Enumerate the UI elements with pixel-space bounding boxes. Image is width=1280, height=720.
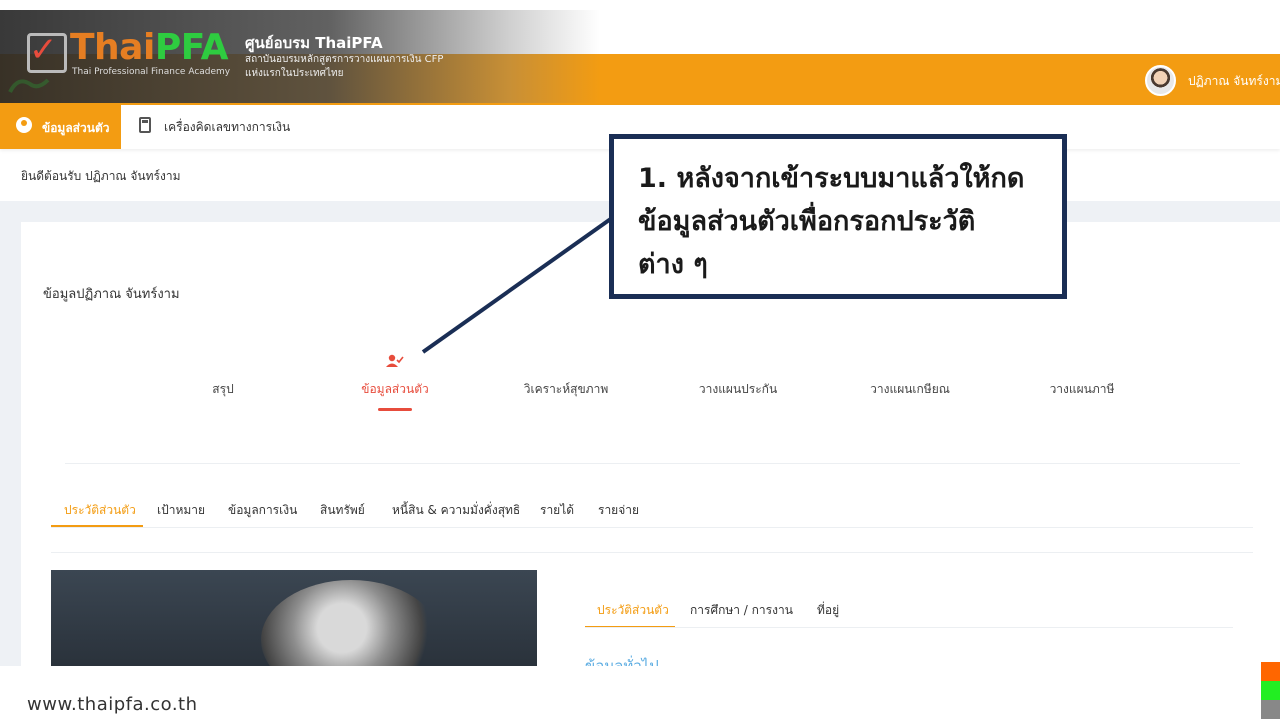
nav-tab-calculator[interactable]: เครื่องคิดเลขทางการเงิน: [164, 118, 290, 137]
subtab-income[interactable]: รายได้: [540, 501, 574, 520]
subtab-expenses[interactable]: รายจ่าย: [598, 501, 639, 520]
nav-tab-label: ข้อมูลส่วนตัว: [42, 121, 110, 135]
divider: [51, 527, 1253, 528]
divider: [585, 627, 1233, 628]
section-heading: ข้อมูลทั่วไป: [585, 657, 659, 666]
welcome-text: ยินดีต้อนรับ ปฏิภาณ จันทร์งาม: [21, 169, 181, 183]
subtab-goals[interactable]: เป้าหมาย: [157, 501, 205, 520]
user-check-icon: [386, 354, 404, 367]
step-health-analysis[interactable]: วิเคราะห์สุขภาพ: [524, 380, 609, 399]
profile-photo[interactable]: [51, 570, 537, 666]
calculator-icon[interactable]: [139, 117, 151, 133]
card-title: ข้อมูลปฏิภาณ จันทร์งาม: [43, 287, 180, 302]
org-subtitle: สถาบันอบรมหลักสูตรการวางแผนการเงิน CFP: [245, 54, 444, 65]
photo-subject: [261, 580, 441, 666]
profile-tab-education-work[interactable]: การศึกษา / การงาน: [690, 601, 793, 620]
logo: ThaiPFA: [70, 27, 229, 68]
divider: [65, 463, 1240, 464]
step-personal-info[interactable]: ข้อมูลส่วนตัว: [361, 380, 428, 399]
step-tax-plan[interactable]: วางแผนภาษี: [1050, 380, 1115, 399]
nav-tab-personal-info[interactable]: ข้อมูลส่วนตัว: [0, 105, 121, 149]
instruction-callout: 1. หลังจากเข้าระบบมาแล้วให้กด ข้อมูลส่วน…: [609, 134, 1067, 299]
footer-color-block: [1261, 700, 1280, 719]
faded-logo: [8, 78, 50, 93]
subtab-personal-history[interactable]: ประวัติส่วนตัว: [64, 501, 136, 520]
step-retirement-plan[interactable]: วางแผนเกษียณ: [870, 380, 950, 399]
callout-line: 1. หลังจากเข้าระบบมาแล้วให้กด: [638, 163, 1025, 194]
user-circle-icon: [16, 117, 32, 133]
step-summary[interactable]: สรุป: [212, 380, 233, 399]
org-subtitle-2: แห่งแรกในประเทศไทย: [245, 68, 344, 79]
step-insurance-plan[interactable]: วางแผนประกัน: [699, 380, 777, 399]
callout-line: ข้อมูลส่วนตัวเพื่อกรอกประวัติ: [638, 206, 976, 237]
divider: [51, 552, 1253, 553]
logo-tagline: Thai Professional Finance Academy: [72, 67, 231, 77]
user-name[interactable]: ปฏิภาณ จันทร์งาม: [1188, 72, 1280, 91]
subtab-liabilities-networth[interactable]: หนี้สิน & ความมั่งคั่งสุทธิ: [392, 501, 520, 520]
footer-url: www.thaipfa.co.th: [27, 694, 198, 715]
check-icon: ✓: [29, 30, 58, 70]
avatar[interactable]: [1145, 65, 1176, 96]
footer-color-block: [1261, 662, 1280, 681]
subtab-financial-info[interactable]: ข้อมูลการเงิน: [228, 501, 297, 520]
callout-text: 1. หลังจากเข้าระบบมาแล้วให้กด ข้อมูลส่วน…: [638, 157, 1048, 286]
profile-tab-address[interactable]: ที่อยู่: [817, 601, 839, 620]
footer-color-block: [1261, 681, 1280, 700]
active-step-indicator: [378, 408, 412, 411]
callout-line: ต่าง ๆ: [638, 249, 708, 280]
subtab-assets[interactable]: สินทรัพย์: [320, 501, 365, 520]
profile-tab-personal[interactable]: ประวัติส่วนตัว: [597, 601, 669, 620]
